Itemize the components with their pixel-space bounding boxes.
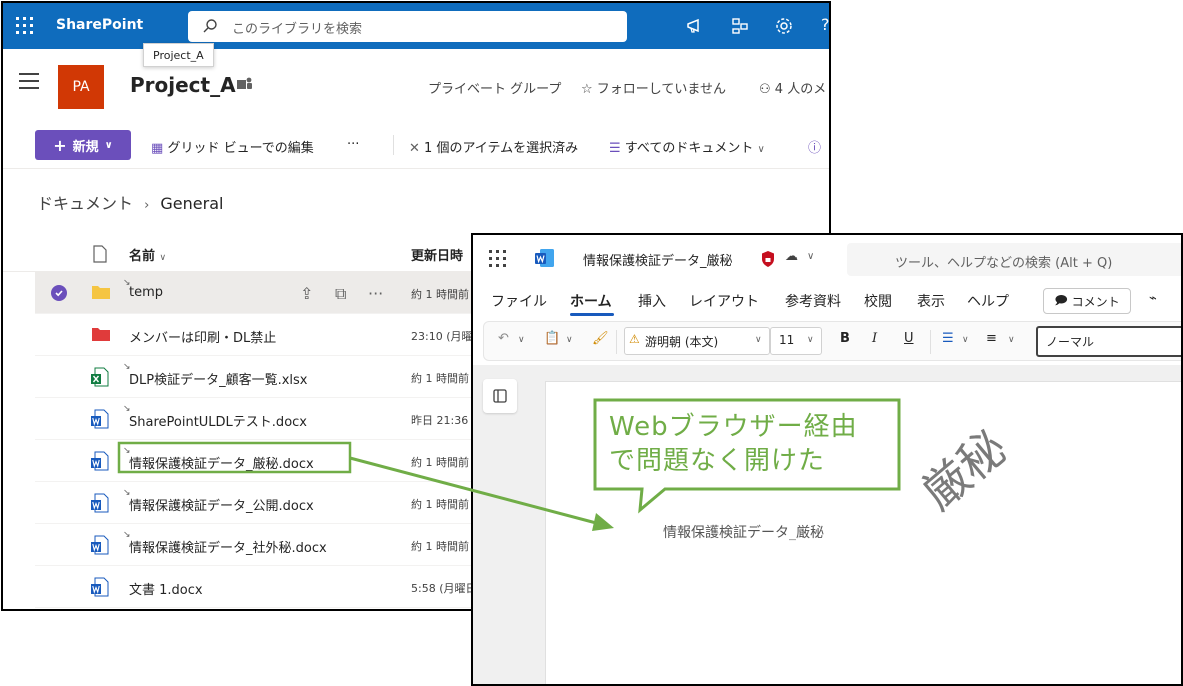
annotation-layer [117, 398, 901, 531]
annotation-arrow-line [349, 456, 601, 526]
annotation-arrow-head [592, 513, 614, 531]
callout-line-1: Webブラウザー経由 [609, 412, 858, 442]
file-highlight-box [117, 441, 352, 474]
speech-bubble: Webブラウザー経由 で問題なく開けた [595, 400, 899, 489]
callout-line-2: で問題なく開けた [609, 446, 826, 476]
